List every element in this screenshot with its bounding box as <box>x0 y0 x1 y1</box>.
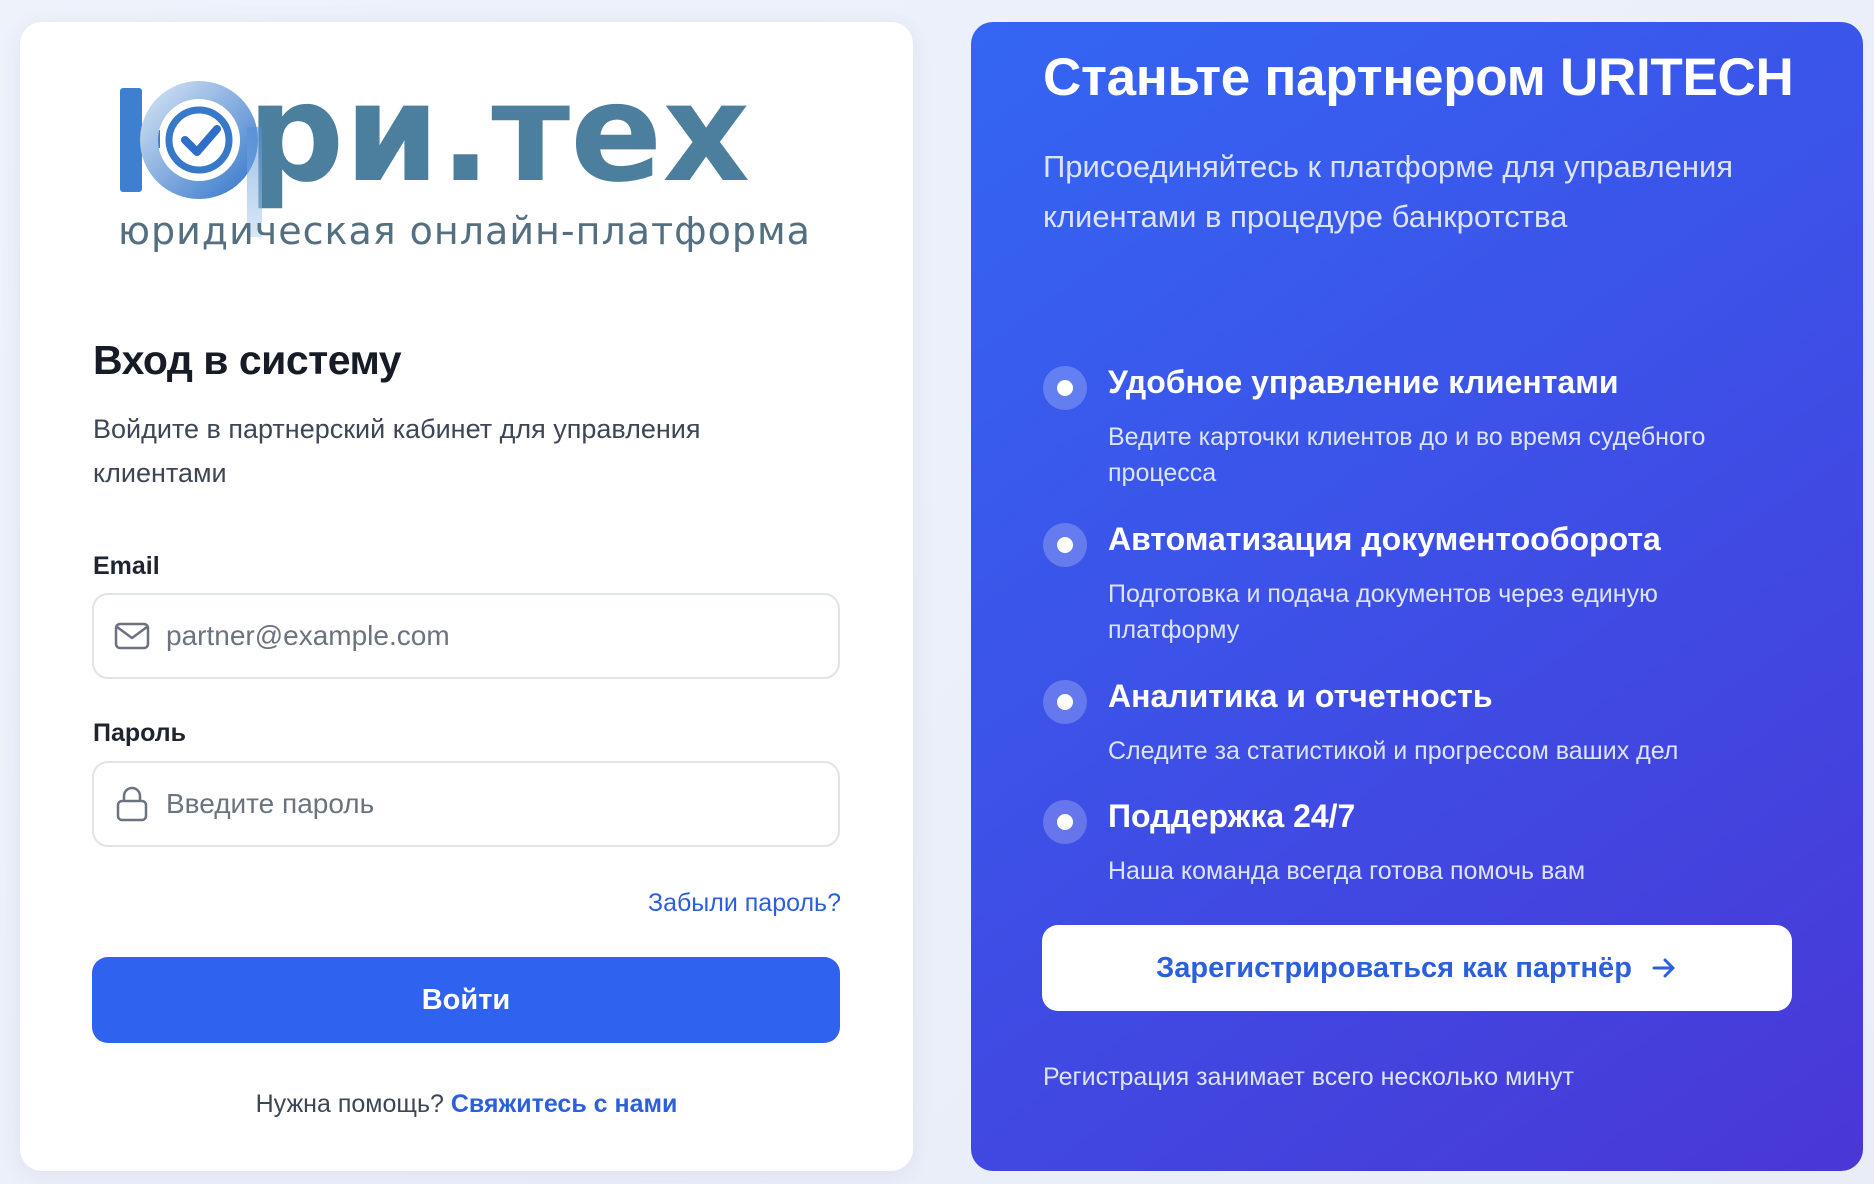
login-title: Вход в систему <box>93 337 402 383</box>
arrow-right-icon <box>1652 958 1675 978</box>
bullet-dot-icon <box>1043 800 1087 844</box>
feature-title: Автоматизация документооборота <box>1108 521 1661 557</box>
feature-description: Подготовка и подача документов через еди… <box>1108 580 1658 644</box>
feature-title: Удобное управление клиентами <box>1108 364 1619 400</box>
mail-icon <box>114 622 150 650</box>
bullet-dot-icon <box>1043 523 1087 567</box>
logo-tagline: юридическая онлайн-платформа <box>118 209 811 253</box>
password-input[interactable] <box>166 763 826 845</box>
register-note: Регистрация занимает всего несколько мин… <box>1043 1063 1574 1091</box>
help-row: Нужна помощь? Свяжитесь с нами <box>20 1090 913 1119</box>
email-field[interactable] <box>92 593 840 679</box>
login-button[interactable]: Войти <box>92 957 840 1043</box>
email-label: Email <box>93 552 160 580</box>
bullet-dot-icon <box>1043 680 1087 724</box>
bullet-dot-icon <box>1043 366 1087 410</box>
password-field[interactable] <box>92 761 840 847</box>
password-label: Пароль <box>93 719 187 747</box>
feature-title: Аналитика и отчетность <box>1108 678 1493 714</box>
partner-title: Станьте партнером URITECH <box>1043 48 1794 107</box>
partner-subtitle: Присоединяйтесь к платформе для управлен… <box>1043 149 1734 234</box>
feature-description: Следите за статистикой и прогрессом ваши… <box>1108 737 1679 765</box>
login-subtitle: Войдите в партнерский кабинет для управл… <box>93 414 701 488</box>
contact-us-link[interactable]: Свяжитесь с нами <box>451 1090 678 1118</box>
feature-description: Ведите карточки клиентов до и во время с… <box>1108 423 1706 487</box>
logo-graphic: ри.тех юридическая онлайн-платформа <box>118 55 811 253</box>
partner-promo-panel: Станьте партнером URITECH Присоединяйтес… <box>971 22 1863 1171</box>
register-button-label: Зарегистрироваться как партнёр <box>1156 951 1632 984</box>
email-input[interactable] <box>166 595 826 677</box>
feature-description: Наша команда всегда готова помочь вам <box>1108 857 1586 885</box>
logo-wordmark: ри.тех <box>247 55 750 213</box>
login-card: ри.тех юридическая онлайн-платформа Вход… <box>20 22 913 1171</box>
feature-title: Поддержка 24/7 <box>1108 798 1356 834</box>
register-partner-button[interactable]: Зарегистрироваться как партнёр <box>1042 925 1792 1011</box>
help-text: Нужна помощь? <box>255 1090 444 1118</box>
logo-check-circle <box>165 106 233 174</box>
forgot-password-link[interactable]: Забыли пароль? <box>648 889 841 918</box>
lock-icon <box>116 786 148 822</box>
uritech-logo: ри.тех юридическая онлайн-платформа <box>115 52 855 302</box>
